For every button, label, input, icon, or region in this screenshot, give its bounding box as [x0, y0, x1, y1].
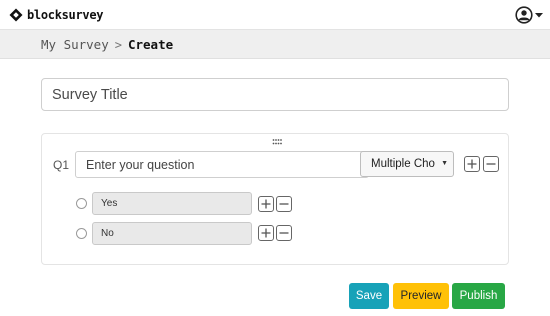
plus-icon	[261, 199, 271, 209]
question-type-select[interactable]: Multiple Cho ▼	[360, 151, 454, 177]
brand-logo[interactable]: blocksurvey	[9, 8, 103, 22]
option-radio[interactable]	[76, 198, 87, 209]
user-circle-icon	[515, 6, 533, 24]
preview-button[interactable]: Preview	[393, 283, 449, 309]
drag-handle-icon[interactable]	[272, 138, 282, 146]
remove-option-button[interactable]	[276, 196, 292, 212]
minus-icon	[279, 203, 289, 205]
breadcrumb-my-survey[interactable]: My Survey	[41, 37, 109, 52]
blocksurvey-diamond-logo-icon	[9, 8, 23, 22]
select-caret-icon: ▼	[441, 160, 448, 167]
breadcrumb-current: Create	[127, 37, 174, 52]
minus-icon	[486, 163, 496, 165]
top-navbar: blocksurvey	[0, 0, 550, 30]
remove-question-button[interactable]	[483, 156, 499, 172]
save-button[interactable]: Save	[349, 283, 389, 309]
breadcrumb-bar: My Survey > Create	[0, 30, 550, 59]
question-card: Q1 Multiple Cho ▼	[41, 133, 509, 265]
user-menu-button[interactable]	[515, 6, 543, 24]
caret-down-icon	[535, 13, 543, 18]
question-number: Q1	[53, 158, 70, 172]
add-option-button[interactable]	[258, 225, 274, 241]
breadcrumb-separator: >	[114, 37, 122, 52]
option-radio[interactable]	[76, 228, 87, 239]
add-question-button[interactable]	[464, 156, 480, 172]
minus-icon	[279, 232, 289, 234]
question-text-input[interactable]	[75, 151, 369, 178]
breadcrumb: My Survey > Create	[41, 37, 173, 52]
brand-name: blocksurvey	[27, 8, 104, 22]
plus-icon	[467, 159, 477, 169]
remove-option-button[interactable]	[276, 225, 292, 241]
add-option-button[interactable]	[258, 196, 274, 212]
question-type-value: Multiple Cho	[371, 158, 435, 170]
option-input-no[interactable]	[92, 222, 252, 245]
option-input-yes[interactable]	[92, 192, 252, 215]
plus-icon	[261, 228, 271, 238]
survey-title-input[interactable]	[41, 78, 509, 111]
publish-button[interactable]: Publish	[452, 283, 505, 309]
